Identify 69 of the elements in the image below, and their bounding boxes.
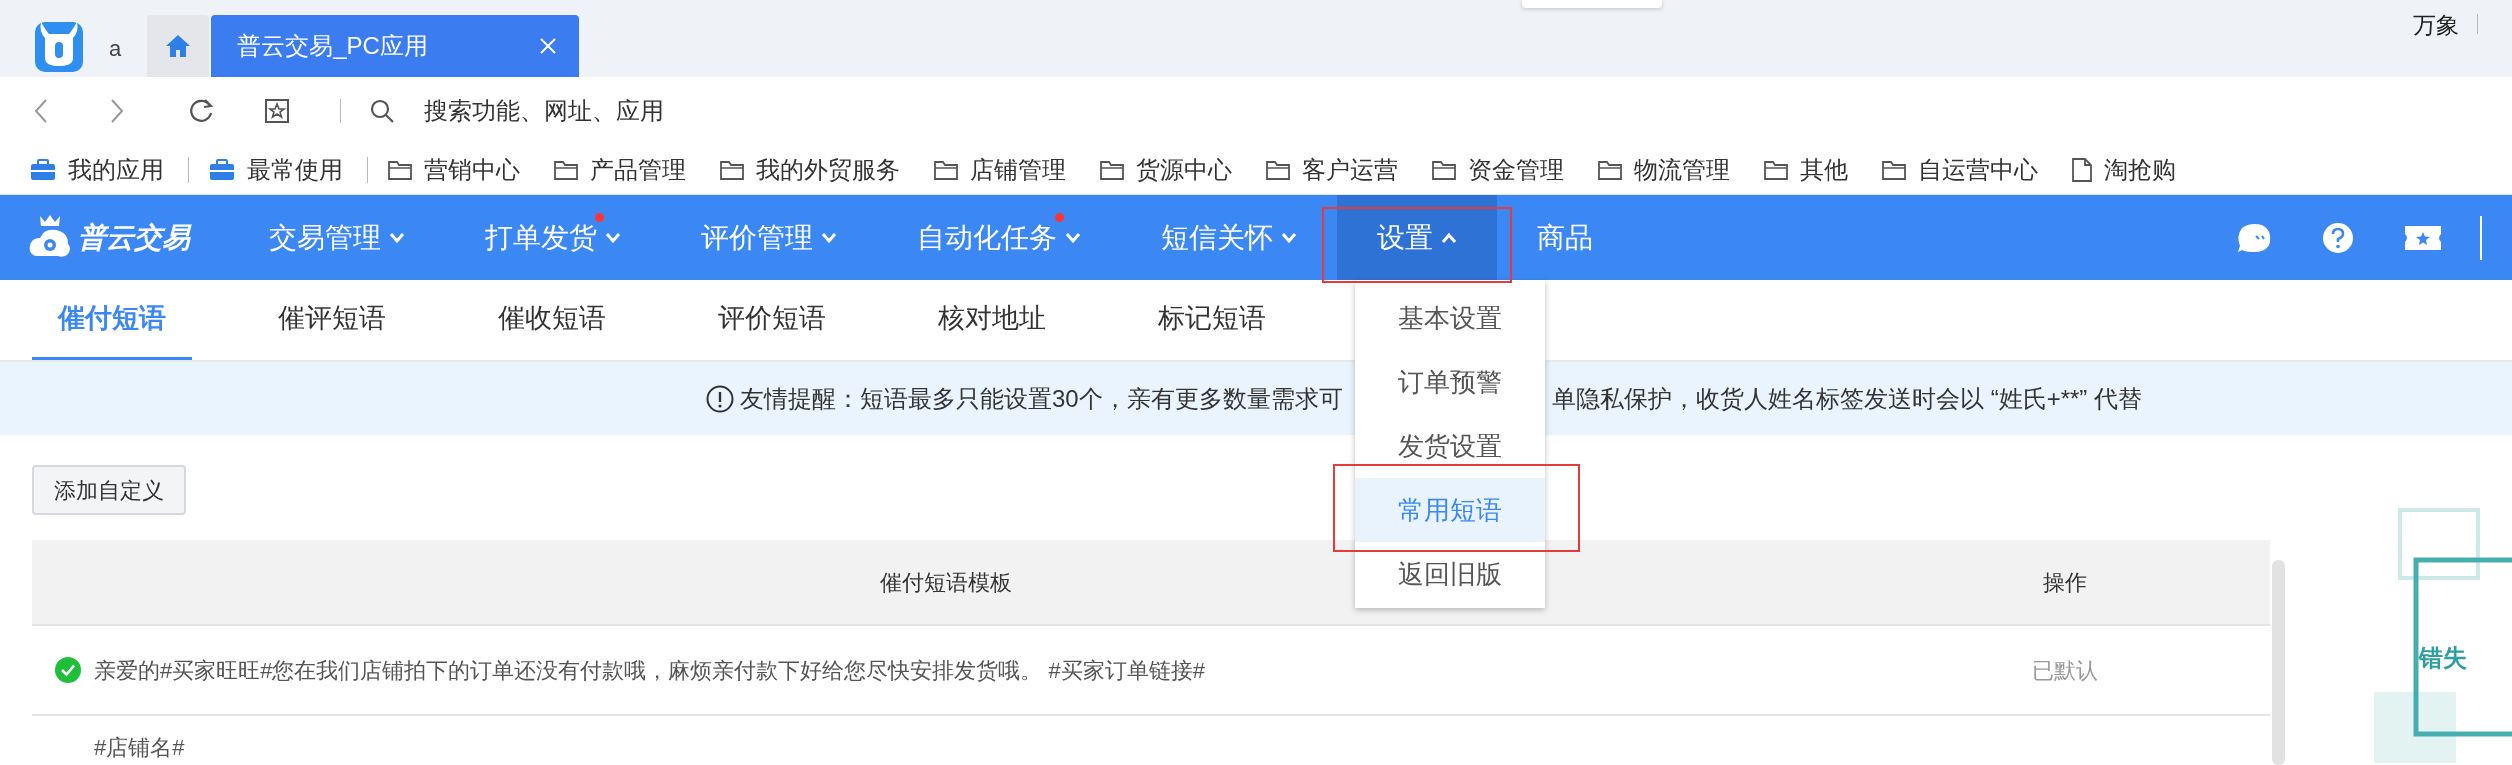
sub-tab[interactable]: 核对地址 [912,280,1072,360]
sub-tab[interactable]: 标记短语 [1132,280,1292,360]
folder-icon [1100,159,1124,180]
bookmark-item[interactable]: 我的应用 [30,151,164,188]
close-icon[interactable] [539,37,558,55]
column-header: 催付短语模板 [880,569,1012,595]
template-text: 亲爱的#买家旺旺#您在我们店铺拍下的订单还没有付款哦，麻烦亲付款下好给您尽快安排发货哦。 #买家订单链接# [94,656,1206,685]
default-status: 已默认 [2032,657,2098,683]
bookmark-item[interactable]: 自运营中心 [1882,151,2038,188]
chevron-up-icon [1441,231,1457,244]
chevron-down-icon [821,231,837,244]
home-tab[interactable] [147,15,210,77]
ticket-icon[interactable] [2404,223,2442,252]
star-frame-icon[interactable] [265,99,289,123]
info-icon [706,384,734,413]
chevron-down-icon [389,231,405,244]
home-icon [165,34,192,58]
sub-tab[interactable]: 评价短语 [692,280,852,360]
notice-text: 单隐私保护，收货人姓名标签发送时会以 “姓氏+**” 代替 [1552,383,2142,414]
chevron-down-icon [1281,231,1297,244]
promo-text: 错失 [2419,643,2467,673]
folder-icon [1764,159,1788,180]
search-icon[interactable] [369,98,395,124]
reload-icon[interactable] [188,98,214,124]
folder-icon [1598,159,1622,180]
bookmark-item[interactable]: 最常使用 [209,151,343,188]
bookmark-item[interactable]: 物流管理 [1598,151,1730,188]
menu-item[interactable]: 基本设置 [1355,286,1545,350]
sub-tab[interactable]: 催收短语 [472,280,632,360]
notice-text: 友情提醒：短语最多只能设置30个，亲有更多数量需求可 [740,383,1343,414]
add-custom-button[interactable]: 添加自定义 [32,465,186,515]
folder-icon [388,159,412,180]
sub-tab[interactable]: 催评短语 [252,280,412,360]
menu-item[interactable]: 发货设置 [1355,414,1545,478]
menu-item[interactable]: 订单预警 [1355,350,1545,414]
bookmark-item[interactable]: 产品管理 [554,151,686,188]
address-field[interactable]: 搜索功能、网址、应用 [422,92,1122,130]
briefcase-icon [30,158,56,181]
folder-icon [934,159,958,180]
bookmark-item[interactable]: 其他 [1764,151,1848,188]
menu-item[interactable]: 返回旧版 [1355,542,1545,606]
back-icon[interactable] [34,98,48,124]
profile-label: a [109,35,122,63]
document-icon [2072,157,2092,182]
chat-bubble-icon[interactable] [2236,221,2272,254]
template-text: #店铺名# [94,734,185,762]
chevron-down-icon [605,231,621,244]
account-label[interactable]: 万象 [2413,8,2459,43]
bookmark-item[interactable]: 资金管理 [1432,151,1564,188]
bookmark-item[interactable]: 我的外贸服务 [720,151,900,188]
nav-menu-item[interactable]: 设置 [1337,195,1497,280]
folder-icon [720,159,744,180]
bookmark-item[interactable]: 客户运营 [1266,151,1398,188]
chevron-down-icon [1065,231,1081,244]
brand-name: 普云交易 [78,220,190,255]
folder-icon [554,159,578,180]
bookmark-item[interactable]: 店铺管理 [934,151,1066,188]
folder-icon [1432,159,1456,180]
column-header: 操作 [2043,569,2087,595]
bookmark-item[interactable]: 营销中心 [388,151,520,188]
folder-icon [1266,159,1290,180]
folder-icon [1882,159,1906,180]
briefcase-icon [209,158,235,181]
help-icon[interactable] [2322,221,2354,254]
browser-tab[interactable]: 普云交易_PC应用 [211,15,580,77]
bookmark-item[interactable]: 淘抢购 [2072,151,2176,188]
scrollbar[interactable] [2272,560,2285,765]
bookmark-item[interactable]: 货源中心 [1100,151,1232,188]
forward-icon[interactable] [110,98,124,124]
